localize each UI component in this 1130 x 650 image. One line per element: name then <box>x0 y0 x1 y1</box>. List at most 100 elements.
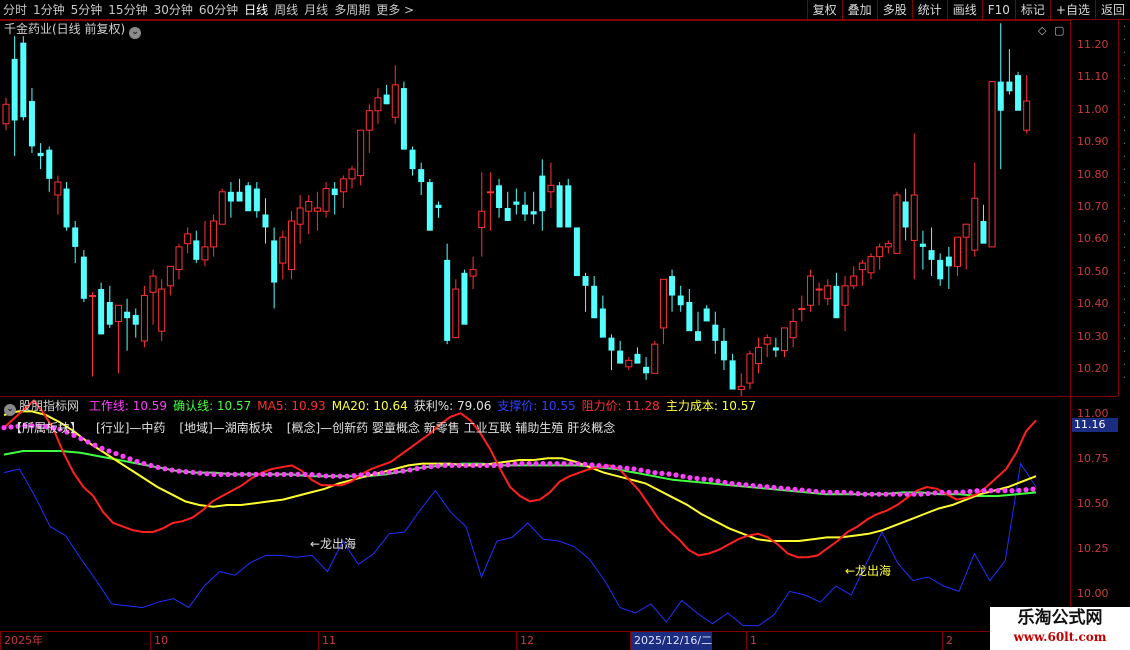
candle <box>374 88 382 124</box>
tool-button[interactable]: +自选 <box>1049 0 1095 20</box>
tool-button[interactable]: 复权 <box>806 0 842 20</box>
candle <box>712 311 719 354</box>
candle <box>937 253 944 286</box>
period-tab[interactable]: 多周期 <box>331 0 373 20</box>
side-glyph: · <box>1122 150 1127 163</box>
sector-tag: [行业]—中药 <box>96 421 166 435</box>
candle <box>253 182 260 218</box>
candlestick-chart[interactable]: ◇ ▢ <box>0 20 1070 396</box>
period-toolbar: 分时 1分钟 5分钟 15分钟 30分钟 60分钟 日线 周线 月线 多周期 更多 > 复权 叠加 多股… <box>0 0 1130 20</box>
candle <box>884 240 892 254</box>
candle <box>106 285 113 328</box>
candle <box>867 253 875 280</box>
candle <box>781 327 788 358</box>
side-glyph: · <box>1122 124 1127 137</box>
candle <box>218 188 226 225</box>
period-tab[interactable]: 60分钟 <box>196 0 241 20</box>
candle <box>755 337 763 374</box>
candle <box>617 340 624 364</box>
candle <box>1006 49 1013 95</box>
candle <box>919 230 926 270</box>
side-glyph: · <box>1122 293 1127 306</box>
side-glyph: · <box>1122 280 1127 293</box>
indicator-tick-label: 10.50 <box>1077 497 1109 510</box>
candle <box>806 269 814 312</box>
candle <box>496 178 503 218</box>
candle <box>651 340 659 374</box>
candle <box>513 188 520 215</box>
candle <box>452 279 460 339</box>
confirm-line <box>3 450 1037 497</box>
candle <box>98 282 105 335</box>
indicator-field: MA20: 10.64 <box>331 399 408 413</box>
candle <box>193 230 200 264</box>
candle <box>737 373 745 396</box>
watermark-title: 乐淘公式网 <box>1017 608 1103 628</box>
tool-button[interactable]: 标记 <box>1014 0 1050 20</box>
indicator-field: 工作线: 10.59 <box>88 399 168 413</box>
side-glyph: · <box>1122 46 1127 59</box>
watermark-url: www.60lt.com <box>1013 630 1107 644</box>
indicator-name[interactable]: 股朋指标网 <box>19 399 79 413</box>
candle <box>331 182 338 215</box>
tool-button[interactable]: 返回 <box>1094 0 1130 20</box>
candle <box>348 165 356 189</box>
tool-button[interactable]: 统计 <box>911 0 947 20</box>
period-tab[interactable]: 1分钟 <box>30 0 68 20</box>
tool-button[interactable]: 多股 <box>876 0 912 20</box>
candle <box>582 272 589 312</box>
indicator-field: 获利%: 79.06 <box>413 399 492 413</box>
period-tab[interactable]: 30分钟 <box>151 0 196 20</box>
sector-tag: [概念]—创新药 婴童概念 新零售 工业互联 辅助生殖 肝炎概念 <box>286 421 616 435</box>
side-panel-strip[interactable]: · · · · · · · · · · · · · · · · · · · · · · · · · · · · <box>1118 20 1130 396</box>
tool-buttons: 复权 叠加 多股 统计 画线 F10 标记 +自选 返回 <box>806 0 1130 20</box>
side-glyph: · <box>1122 59 1127 72</box>
candle <box>858 259 866 286</box>
candle <box>339 175 347 208</box>
indicator-field: MA5: 10.93 <box>257 399 326 413</box>
candle <box>279 230 287 280</box>
candle <box>530 191 537 225</box>
candle <box>201 220 209 267</box>
indicator-tick-label: 10.00 <box>1077 587 1109 600</box>
tool-button[interactable]: 叠加 <box>841 0 877 20</box>
period-tab[interactable]: 15分钟 <box>105 0 150 20</box>
period-tab[interactable]: 月线 <box>301 0 331 20</box>
side-glyph: · <box>1122 98 1127 111</box>
indicator-field: 阻力价: 11.28 <box>581 399 660 413</box>
candle <box>89 292 96 377</box>
candle <box>625 357 633 371</box>
price-tick-label: 10.70 <box>1077 200 1109 213</box>
tool-button[interactable]: 画线 <box>946 0 982 20</box>
price-tick-label: 10.60 <box>1077 232 1109 246</box>
window-icon[interactable]: ▢ <box>1054 24 1064 37</box>
period-tab[interactable]: 周线 <box>271 0 301 20</box>
candle <box>124 298 131 351</box>
price-tick-label: 10.90 <box>1077 135 1109 149</box>
candle <box>599 295 606 338</box>
candle <box>322 182 330 218</box>
tool-button[interactable]: F10 <box>981 0 1015 20</box>
candle <box>400 81 407 150</box>
candle <box>565 178 572 228</box>
date-axis: 2025年 10 11 12 2025/12/16/二 1 2 <box>0 631 1130 650</box>
diamond-icon[interactable]: ◇ <box>1038 24 1047 37</box>
side-glyph: · <box>1122 72 1127 85</box>
price-tick-label: 11.20 <box>1077 37 1109 51</box>
period-tab[interactable]: 分时 <box>0 0 30 20</box>
period-tab[interactable]: 5分钟 <box>68 0 106 20</box>
candle <box>158 279 166 341</box>
date-tick-label: 11 <box>318 632 336 650</box>
date-tick-label: 10 <box>150 632 168 650</box>
side-glyph: · <box>1122 241 1127 254</box>
candle <box>296 195 304 244</box>
candle <box>876 243 884 270</box>
period-tab[interactable]: 更多 > <box>373 0 417 20</box>
candle <box>729 353 736 390</box>
candle <box>114 304 122 374</box>
candle <box>37 143 44 170</box>
candle <box>271 227 278 309</box>
chevron-down-icon[interactable]: ⌄ <box>4 404 16 416</box>
period-tab[interactable]: 日线 <box>241 0 271 20</box>
indicator-header: ⌄ 股朋指标网 工作线: 10.59 确认线: 10.57 MA5: 10.93 MA2… <box>4 398 762 416</box>
